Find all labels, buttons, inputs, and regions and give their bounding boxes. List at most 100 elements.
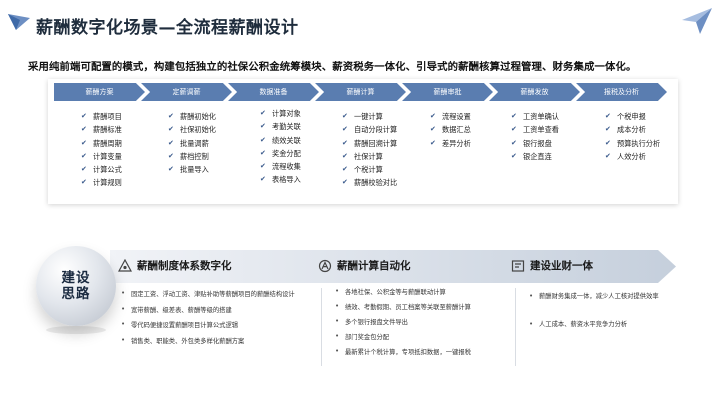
- list-item: ✔ 银行报盘: [511, 137, 559, 150]
- check-icon: ✔: [430, 138, 436, 147]
- section-heading-system: 薪酬制度体系数字化: [118, 258, 232, 273]
- check-icon: ✔: [342, 125, 348, 134]
- approach-label-line1: 建设: [61, 270, 91, 286]
- step-label: 薪酬方案: [85, 88, 114, 96]
- check-icon: ✔: [342, 112, 348, 120]
- check-icon: ✔: [81, 125, 87, 134]
- list-item: ✔ 流程设置: [430, 110, 471, 123]
- section-list-finance: • 薪酬财务集成一体，减少人工核对提供效率 • 人工成本、薪资水平竞争力分析: [529, 290, 664, 331]
- step-salary-calc[interactable]: 薪酬计算: [315, 83, 406, 101]
- check-icon: ✔: [260, 162, 266, 171]
- paper-plane-icon: [682, 8, 712, 34]
- check-icon: ✔: [511, 138, 517, 147]
- process-card: 薪酬方案 定薪调薪 数据准备 薪酬计算 薪酬审批 薪酬发放 报税及分析 ✔ 薪酬项…: [48, 79, 678, 204]
- step-label: 薪酬发放: [520, 88, 549, 96]
- column-data-prep: ✔ 计算对象 ✔ 考勤关联 ✔ 绩效关联 ✔ 奖金分配 ✔ 流程收集 ✔ 表格导入: [260, 107, 301, 187]
- page-title: 薪酬数字化场景—全流程薪酬设计: [36, 18, 299, 38]
- list-item: ✔ 计算变量: [81, 150, 122, 163]
- list-item: • 最新累计个税计算，专项抵扣数据，一键报税: [335, 347, 471, 356]
- check-icon: ✔: [605, 151, 611, 160]
- finance-icon: [511, 259, 525, 272]
- check-icon: ✔: [168, 165, 174, 174]
- section-list-automation: • 各地社保、公积金等与薪酬联动计算 • 绩效、考勤假期、员工档案等关联至薪酬计算 …: [335, 287, 471, 362]
- column-salary-payout: ✔ 工资单确认 ✔ 工资单查看 ✔ 银行报盘 ✔ 银企直连: [511, 110, 559, 163]
- check-icon: ✔: [81, 178, 87, 187]
- list-item: ✔ 计算规则: [81, 176, 122, 189]
- list-item: • 销售类、职能类、外包类多样化薪酬方案: [121, 335, 245, 345]
- step-label: 薪酬计算: [346, 88, 375, 96]
- check-icon: ✔: [81, 165, 87, 174]
- step-label: 报税及分析: [604, 88, 639, 96]
- divider: [321, 288, 322, 366]
- step-tax-analysis[interactable]: 报税及分析: [576, 83, 667, 101]
- column-salary-setting: ✔ 薪酬初始化 ✔ 社保初始化 ✔ 批量调薪 ✔ 薪档控制 ✔ 批量导入: [168, 110, 216, 176]
- page-subtitle: 采用纯前端可配置的模式，构建包括独立的社保公积金统筹模块、薪资税务一体化、引导式…: [28, 61, 637, 73]
- paper-plane-icon: [8, 14, 30, 30]
- check-icon: ✔: [260, 148, 266, 157]
- check-icon: ✔: [342, 151, 348, 160]
- list-item: ✔ 薪酬项目: [81, 110, 122, 123]
- list-item: ✔ 工资单查看: [511, 123, 559, 136]
- check-icon: ✔: [605, 138, 611, 147]
- title-bar: 薪酬数字化场景—全流程薪酬设计: [0, 6, 720, 46]
- check-icon: ✔: [168, 112, 174, 120]
- check-icon: ✔: [430, 112, 436, 120]
- list-item: ✔ 考勤关联: [260, 120, 301, 133]
- check-icon: ✔: [81, 151, 87, 160]
- list-item: • 各地社保、公积金等与薪酬联动计算: [335, 287, 446, 296]
- list-item: ✔ 表格导入: [260, 173, 301, 186]
- list-item: • 绩效、考勤假期、员工档案等关联至薪酬计算: [335, 302, 471, 311]
- list-item: ✔ 奖金分配: [260, 147, 301, 160]
- list-item: • 宽带薪酬、级差表、薪酬等级的搭建: [121, 304, 232, 314]
- column-salary-calc: ✔ 一键计算 ✔ 自动分段计算 ✔ 薪酬回溯计算 ✔ 社保计算 ✔ 个税计算 ✔ 薪酬校验对…: [342, 110, 397, 190]
- list-item: ✔ 预算执行分析: [605, 137, 660, 150]
- check-icon: ✔: [511, 125, 517, 134]
- check-icon: ✔: [168, 151, 174, 160]
- list-item: ✔ 批量调薪: [168, 137, 216, 150]
- approach-label-line2: 思路: [61, 286, 91, 302]
- section-title: 建设业财一体: [530, 260, 593, 272]
- section-list-system: • 固定工资、浮动工资、津贴补助等薪酬项目的薪酬结构设计 • 宽带薪酬、级差表、薪酬…: [121, 289, 295, 351]
- step-data-prep[interactable]: 数据准备: [228, 83, 319, 101]
- step-salary-approval[interactable]: 薪酬审批: [402, 83, 493, 101]
- step-label: 薪酬审批: [433, 88, 462, 96]
- column-salary-plan: ✔ 薪酬项目 ✔ 薪酬标准 ✔ 薪酬周期 ✔ 计算变量 ✔ 计算公式 ✔ 计算规则: [81, 110, 122, 190]
- step-label: 数据准备: [259, 88, 288, 96]
- step-salary-payout[interactable]: 薪酬发放: [489, 83, 580, 101]
- list-item: ✔ 工资单确认: [511, 110, 559, 123]
- list-item: ✔ 个税计算: [342, 163, 397, 176]
- list-item: ✔ 薪酬校验对比: [342, 176, 397, 189]
- list-item: ✔ 薪酬标准: [81, 123, 122, 136]
- list-item: ✔ 成本分析: [605, 123, 660, 136]
- list-item: • 薪酬财务集成一体，减少人工核对提供效率: [529, 292, 659, 300]
- step-label: 定薪调薪: [172, 88, 201, 96]
- list-item: ✔ 社保计算: [342, 150, 397, 163]
- check-icon: ✔: [342, 138, 348, 147]
- list-item: ✔ 一键计算: [342, 110, 397, 123]
- step-salary-setting[interactable]: 定薪调薪: [141, 83, 232, 101]
- approach-sphere: 建设 思路: [36, 246, 116, 326]
- list-item: • 部门奖金包分配: [335, 332, 390, 341]
- automation-icon: [318, 259, 332, 272]
- check-icon: ✔: [168, 125, 174, 134]
- check-icon: ✔: [260, 122, 266, 131]
- list-item: ✔ 社保初始化: [168, 123, 216, 136]
- section-heading-finance: 建设业财一体: [511, 258, 593, 273]
- check-icon: ✔: [605, 125, 611, 134]
- list-item: ✔ 薪酬初始化: [168, 110, 216, 123]
- list-item: ✔ 数据汇总: [430, 123, 471, 136]
- step-salary-plan[interactable]: 薪酬方案: [54, 83, 145, 101]
- list-item: ✔ 计算对象: [260, 107, 301, 120]
- list-item: ✔ 个税申报: [605, 110, 660, 123]
- list-item: ✔ 银企直连: [511, 150, 559, 163]
- section-title: 薪酬制度体系数字化: [137, 260, 232, 272]
- system-icon: [118, 258, 132, 272]
- list-item: ✔ 计算公式: [81, 163, 122, 176]
- list-item: ✔ 薪酬周期: [81, 137, 122, 150]
- list-item: ✔ 差异分析: [430, 137, 471, 150]
- check-icon: ✔: [511, 112, 517, 120]
- list-item: ✔ 批量导入: [168, 163, 216, 176]
- check-icon: ✔: [511, 151, 517, 160]
- check-icon: ✔: [168, 138, 174, 147]
- column-tax-analysis: ✔ 个税申报 ✔ 成本分析 ✔ 预算执行分析 ✔ 人效分析: [605, 110, 660, 163]
